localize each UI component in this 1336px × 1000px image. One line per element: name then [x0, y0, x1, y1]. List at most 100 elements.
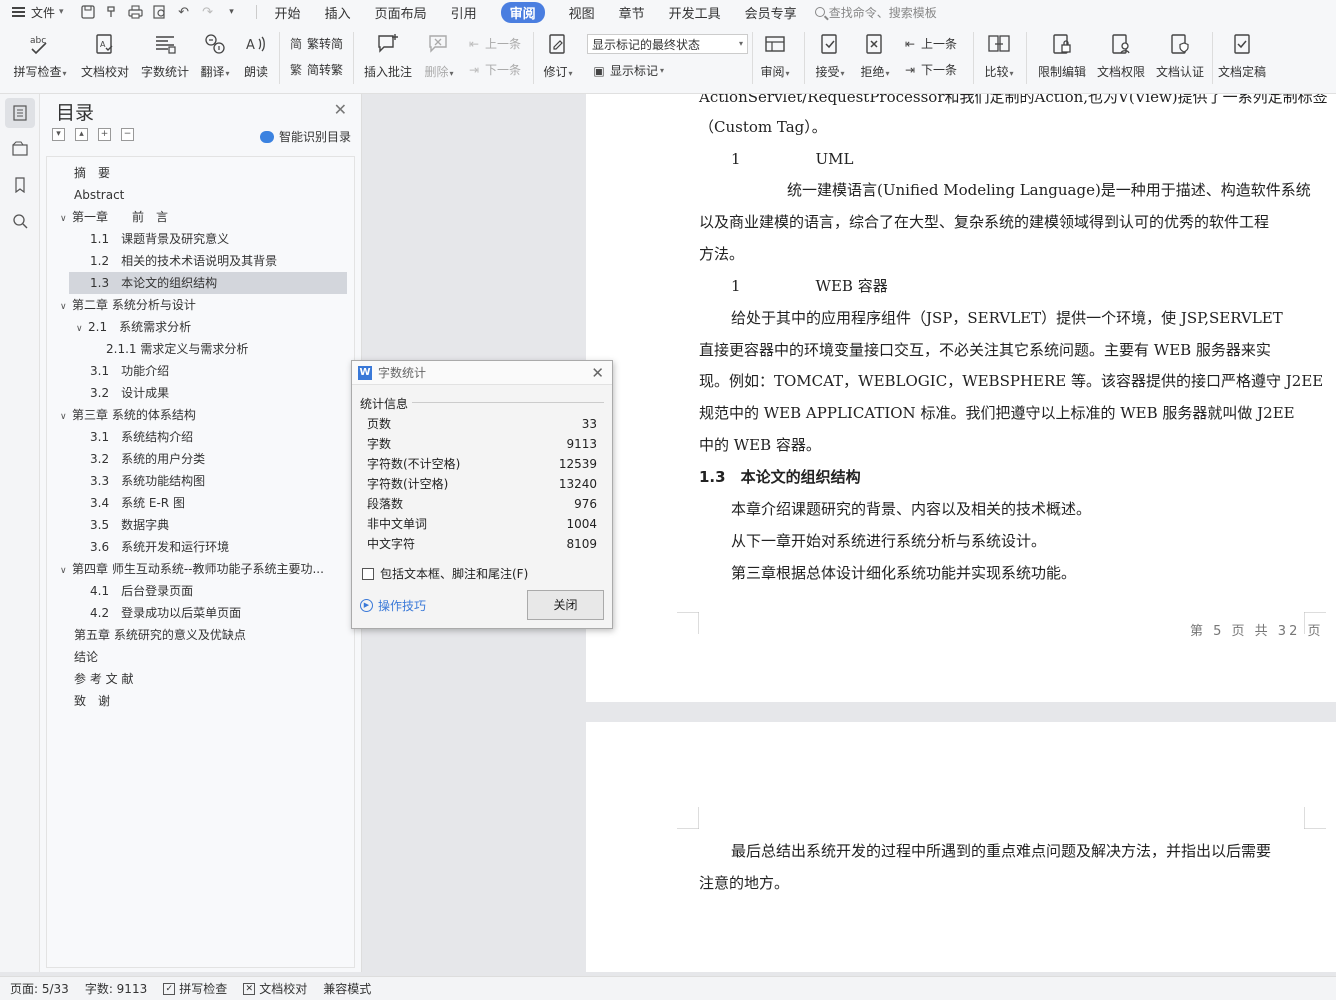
word-count-icon: [152, 30, 178, 58]
word-count-indicator[interactable]: 字数: 9113: [85, 980, 147, 997]
delete-comment-button[interactable]: 删除▾: [420, 24, 458, 80]
tab-section[interactable]: 章节: [607, 0, 657, 24]
toc-item[interactable]: ∨ 第四章 师生互动系统--教师功能子系统主要功...: [47, 558, 354, 580]
toc-item[interactable]: 4.1 后台登录页面: [47, 580, 354, 602]
chapter-nav-button[interactable]: [5, 134, 35, 164]
chevron-down-icon[interactable]: ∨: [60, 208, 72, 228]
toc-item[interactable]: ∨ 第三章 系统的体系结构: [47, 404, 354, 426]
doc-permission-button[interactable]: 文档权限: [1095, 24, 1147, 80]
print-icon[interactable]: [126, 2, 146, 22]
toc-item[interactable]: 摘 要: [47, 162, 354, 184]
tips-link[interactable]: ▶ 操作技巧: [360, 597, 426, 614]
toc-item[interactable]: 1.2 相关的技术术语说明及其背景: [47, 250, 354, 272]
tab-home[interactable]: 开始: [263, 0, 313, 24]
stats-group-label: 统计信息: [360, 395, 412, 412]
dialog-titlebar[interactable]: W 字数统计: [352, 361, 612, 385]
toc-item[interactable]: 参 考 文 献: [47, 668, 354, 690]
quick-access-more-icon[interactable]: ▾: [222, 2, 242, 22]
doc-proof-button[interactable]: A 文档校对: [78, 24, 132, 80]
toc-item[interactable]: 3.4 系统 E-R 图: [47, 492, 354, 514]
bookmark-nav-button[interactable]: [5, 170, 35, 200]
toc-item[interactable]: 3.5 数据字典: [47, 514, 354, 536]
read-aloud-button[interactable]: A 朗读: [240, 24, 272, 80]
close-icon[interactable]: ✕: [334, 100, 347, 119]
command-search[interactable]: 查找命令、搜索模板: [814, 4, 937, 21]
spell-check-toggle[interactable]: ✓ 拼写检查: [163, 980, 227, 997]
toc-item[interactable]: 3.1 系统结构介绍: [47, 426, 354, 448]
include-textbox-checkbox[interactable]: 包括文本框、脚注和尾注(F): [362, 565, 528, 582]
chevron-down-icon[interactable]: ∨: [60, 560, 72, 580]
simp-to-trad-button[interactable]: 繁简转繁: [288, 61, 343, 78]
chevron-down-icon[interactable]: ∨: [76, 318, 88, 338]
toc-item[interactable]: 4.2 登录成功以后菜单页面: [47, 602, 354, 624]
search-nav-button[interactable]: [5, 206, 35, 236]
close-icon[interactable]: ✕: [591, 364, 604, 382]
word-count-button[interactable]: 字数统计: [138, 24, 192, 80]
tab-insert[interactable]: 插入: [313, 0, 363, 24]
tab-review[interactable]: 审阅: [489, 0, 557, 24]
translate-button[interactable]: 翻译▾: [196, 24, 234, 80]
smart-toc-button[interactable]: 智能识别目录: [259, 128, 351, 145]
toc-item[interactable]: 1.1 课题背景及研究意义: [47, 228, 354, 250]
track-changes-button[interactable]: 修订▾: [540, 24, 576, 80]
file-menu-button[interactable]: 文件 ▾: [0, 0, 74, 24]
toc-item[interactable]: 致 谢: [47, 690, 354, 712]
format-painter-icon[interactable]: [102, 2, 122, 22]
spell-check-button[interactable]: abc 拼写检查▾: [10, 24, 70, 80]
redo-icon[interactable]: ↷: [198, 2, 218, 22]
review-pane-button[interactable]: 审阅▾: [756, 24, 794, 80]
tab-member[interactable]: 会员专享: [733, 0, 809, 24]
chevron-down-icon[interactable]: ∨: [60, 296, 72, 316]
trad-to-simp-button[interactable]: 简繁转简: [288, 35, 343, 52]
compare-button[interactable]: 比较▾: [980, 24, 1018, 80]
document-page[interactable]: ActionServlet/RequestProcessor和我们定制的Acti…: [586, 94, 1336, 702]
close-button[interactable]: 关闭: [527, 590, 604, 620]
toc-item[interactable]: 3.6 系统开发和运行环境: [47, 536, 354, 558]
document-page[interactable]: 最后总结出系统开发的过程中所遇到的重点难点问题及解决方法，并指出以后需要 注意的…: [586, 722, 1336, 972]
doc-proof-toggle[interactable]: ✕ 文档校对: [243, 980, 307, 997]
reject-button[interactable]: 拒绝▾: [855, 24, 895, 80]
prev-change-button[interactable]: ⇤ 上一条: [902, 35, 957, 52]
next-change-button[interactable]: ⇥ 下一条: [902, 61, 957, 78]
toc-item[interactable]: ∨ 第一章 前 言: [47, 206, 354, 228]
toc-item[interactable]: ∨ 2.1 系统需求分析: [47, 316, 354, 338]
toc-item[interactable]: 3.1 功能介绍: [47, 360, 354, 382]
insert-comment-button[interactable]: 插入批注: [362, 24, 414, 80]
markup-state-select[interactable]: 显示标记的最终状态 ▾: [587, 34, 748, 54]
toc-item[interactable]: 结论: [47, 646, 354, 668]
toc-item[interactable]: 3.2 系统的用户分类: [47, 448, 354, 470]
tab-page-layout[interactable]: 页面布局: [363, 0, 439, 24]
toc-item[interactable]: Abstract: [47, 184, 354, 206]
toc-nav-button[interactable]: [5, 98, 35, 128]
tab-developer[interactable]: 开发工具: [657, 0, 733, 24]
remove-heading-icon[interactable]: −: [121, 128, 134, 141]
checkbox-label: 包括文本框、脚注和尾注(F): [380, 567, 529, 581]
toc-item-selected[interactable]: 1.3 本论文的组织结构: [69, 272, 347, 294]
checkbox-box[interactable]: [362, 567, 374, 580]
undo-icon[interactable]: ↶: [174, 2, 194, 22]
prev-comment-button[interactable]: ⇤ 上一条: [466, 35, 521, 52]
expand-all-icon[interactable]: ▴: [75, 128, 88, 141]
doc-certify-button[interactable]: 文档认证: [1154, 24, 1206, 80]
collapse-all-icon[interactable]: ▾: [52, 128, 65, 141]
chevron-down-icon[interactable]: ∨: [60, 406, 72, 426]
doc-finalize-button[interactable]: 文档定稿: [1216, 24, 1268, 80]
tab-view[interactable]: 视图: [557, 0, 607, 24]
spell-check-icon: abc: [27, 30, 53, 58]
toc-item[interactable]: 第五章 系统研究的意义及优缺点: [47, 624, 354, 646]
toc-item[interactable]: 2.1.1 需求定义与需求分析: [47, 338, 354, 360]
toc-item[interactable]: 3.3 系统功能结构图: [47, 470, 354, 492]
restrict-edit-button[interactable]: 限制编辑: [1036, 24, 1088, 80]
toc-item[interactable]: ∨ 第二章 系统分析与设计: [47, 294, 354, 316]
tab-references[interactable]: 引用: [439, 0, 489, 24]
toc-item[interactable]: 3.2 设计成果: [47, 382, 354, 404]
show-markup-button[interactable]: ▣ 显示标记 ▾: [591, 62, 664, 79]
doc-paragraph-line: （Custom Tag）。: [699, 118, 827, 136]
navigation-strip: [0, 94, 40, 972]
print-preview-icon[interactable]: [150, 2, 170, 22]
add-heading-icon[interactable]: +: [98, 128, 111, 141]
page-indicator[interactable]: 页面: 5/33: [10, 980, 69, 997]
save-icon[interactable]: [78, 2, 98, 22]
next-comment-button[interactable]: ⇥ 下一条: [466, 61, 521, 78]
accept-button[interactable]: 接受▾: [810, 24, 850, 80]
